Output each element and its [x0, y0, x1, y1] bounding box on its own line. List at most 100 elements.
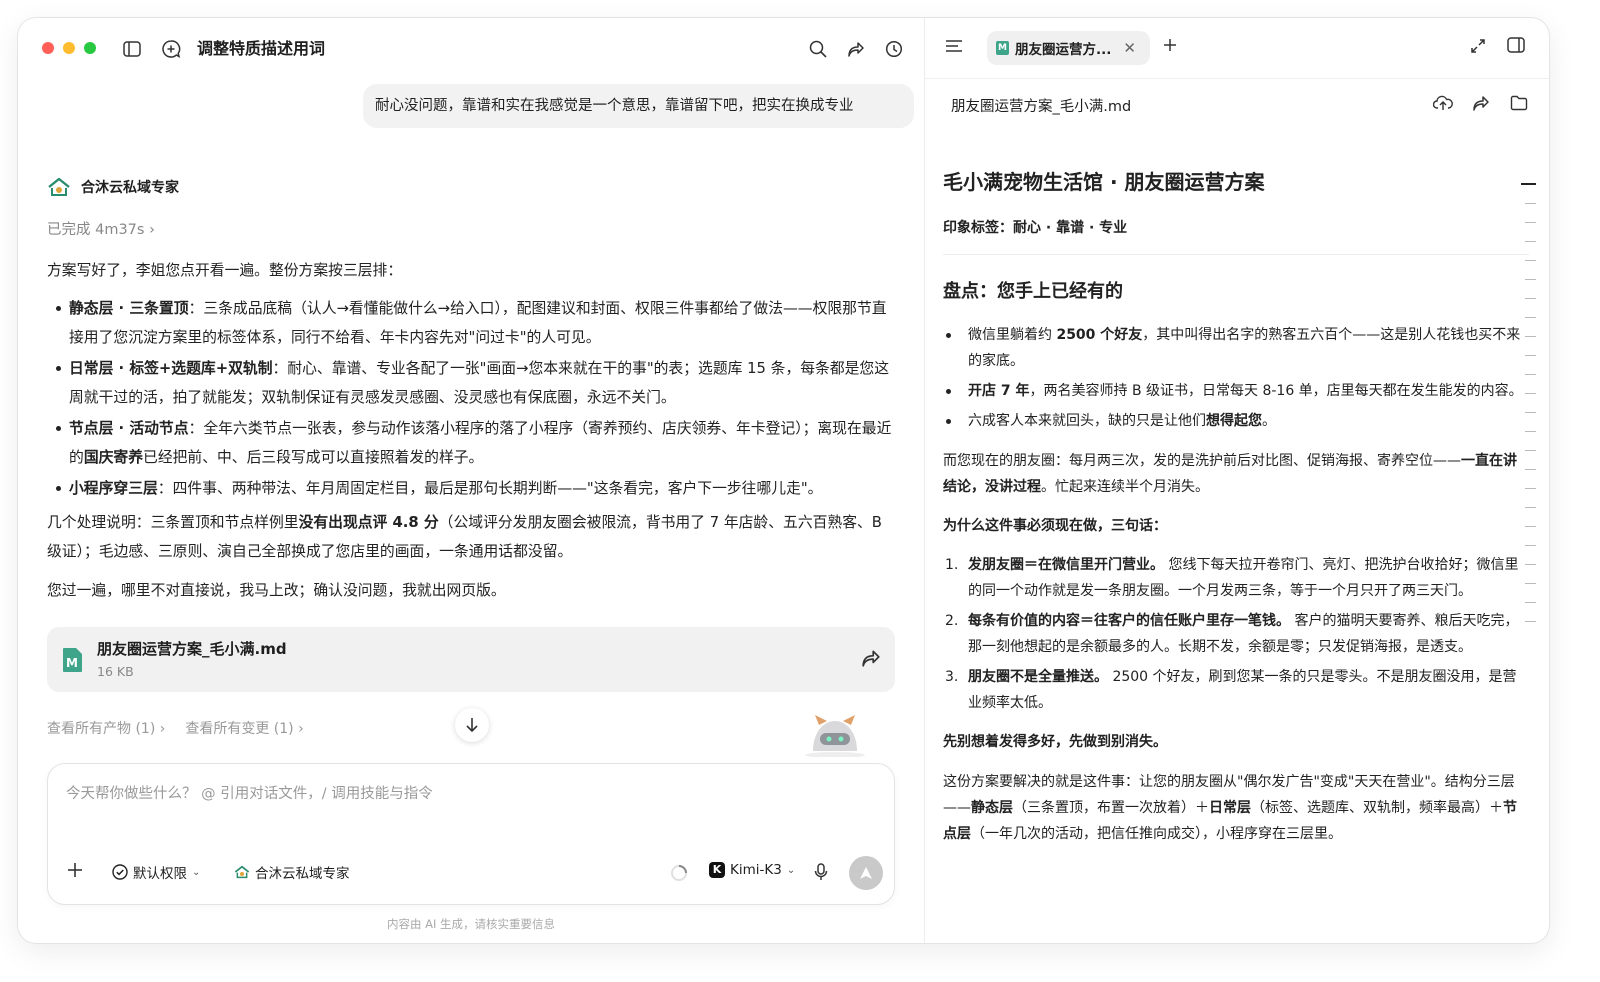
- attach-plus-icon[interactable]: [66, 861, 84, 879]
- window-controls: [42, 42, 96, 54]
- subheading: 为什么这件事必须现在做，三句话：: [943, 518, 1167, 534]
- app-window: 调整特质描述用词 耐心没问题，靠谱和实在我感觉是一个意思，靠谱留下吧，把实在换成…: [18, 18, 1549, 943]
- file-attachment-card[interactable]: M 朋友圈运营方案_毛小满.md 16 KB: [47, 627, 895, 692]
- folder-icon[interactable]: [1510, 94, 1528, 112]
- paragraph: 这份方案要解决的就是这件事：让您的朋友圈从"偶尔发广告"变成"天天在营业"。结构…: [943, 774, 1517, 842]
- scroll-down-button[interactable]: [455, 708, 489, 742]
- outline-marker[interactable]: [1525, 278, 1536, 280]
- zoom-window-button[interactable]: [84, 42, 96, 54]
- bot-avatar-icon: [48, 177, 70, 196]
- agent-label: 合沐云私域专家: [255, 866, 350, 882]
- file-size: 16 KB: [97, 664, 134, 679]
- outline-marker[interactable]: [1525, 202, 1536, 204]
- artifact-links: 查看所有产物 (1) › 查看所有变更 (1) ›: [47, 718, 304, 738]
- bot-name: 合沐云私域专家: [81, 180, 179, 196]
- view-all-artifacts-link[interactable]: 查看所有产物 (1) ›: [47, 718, 165, 738]
- message-intro: 方案写好了，李姐您点开看一遍。整份方案按三层排：: [47, 262, 403, 279]
- outline-marker[interactable]: [1525, 392, 1536, 394]
- subheading: 先别想着发得多好，先做到别消失。: [943, 734, 1167, 750]
- list-item: 静态层 · 三条置顶：三条成品底稿（认人→看懂能做什么→给入口），配图建议和封面…: [47, 294, 899, 352]
- list-item: 1. 发朋友圈＝在微信里开门营业。 您线下每天拉开卷帘门、亮灯、把洗护台收拾好；微…: [945, 557, 1519, 599]
- completion-status[interactable]: 已完成 4m37s ›: [47, 218, 155, 239]
- document-file-name: 朋友圈运营方案_毛小满.md: [951, 99, 1132, 115]
- expand-icon[interactable]: [1469, 37, 1487, 55]
- close-tab-icon[interactable]: ✕: [1123, 39, 1136, 57]
- model-selector[interactable]: K Kimi-K3 ⌄: [709, 862, 795, 878]
- markdown-file-icon: M: [63, 648, 82, 672]
- tag-line: 印象标签：耐心 · 靠谱 · 专业: [943, 220, 1128, 236]
- kimi-logo-icon: K: [709, 862, 725, 878]
- outline-marker[interactable]: [1525, 354, 1536, 356]
- new-chat-icon[interactable]: [159, 37, 183, 61]
- markdown-file-icon: M: [996, 41, 1009, 55]
- closing-text: 您过一遍，哪里不对直接说，我马上改；确认没问题，我就出网页版。: [47, 582, 506, 599]
- outline-marker[interactable]: [1525, 601, 1536, 603]
- toggle-sidebar-icon[interactable]: [120, 37, 144, 61]
- plan-list: 静态层 · 三条置顶：三条成品底稿（认人→看懂能做什么→给入口），配图建议和封面…: [47, 294, 899, 503]
- permission-dropdown[interactable]: 默认权限 ⌄: [112, 862, 200, 882]
- outline-marker[interactable]: [1525, 240, 1536, 242]
- outline-marker[interactable]: [1525, 487, 1536, 489]
- search-icon[interactable]: [806, 37, 830, 61]
- outline-marker[interactable]: [1525, 221, 1536, 223]
- model-label: Kimi-K3: [730, 862, 782, 878]
- microphone-icon[interactable]: [814, 863, 828, 881]
- share-icon[interactable]: [844, 37, 868, 61]
- new-tab-icon[interactable]: [1162, 37, 1178, 53]
- list-item: 2. 每条有价值的内容＝往客户的信任账户里存一笔钱。 客户的猫明天要寄养、粮后天吃…: [945, 613, 1519, 655]
- history-icon[interactable]: [882, 37, 906, 61]
- list-item: 六成客人本来就回头，缺的只是让他们想得起您。: [943, 408, 1529, 434]
- outline-marker[interactable]: [1525, 373, 1536, 375]
- shield-check-icon: [112, 864, 128, 880]
- outline-marker[interactable]: [1525, 620, 1536, 622]
- outline-marker[interactable]: [1525, 411, 1536, 413]
- send-button[interactable]: [849, 856, 883, 890]
- outline-marker[interactable]: [1525, 544, 1536, 546]
- outline-marker[interactable]: [1525, 506, 1536, 508]
- outline-minimap[interactable]: [1521, 183, 1541, 640]
- loading-spinner-icon: [671, 865, 687, 881]
- arrow-down-icon: [466, 718, 478, 733]
- outline-marker[interactable]: [1525, 335, 1536, 337]
- tab-document[interactable]: M 朋友圈运营方... ✕: [987, 31, 1150, 65]
- outline-marker[interactable]: [1525, 582, 1536, 584]
- outline-marker[interactable]: [1525, 259, 1536, 261]
- minimize-window-button[interactable]: [63, 42, 75, 54]
- mascot-robot-icon: [805, 715, 865, 757]
- divider: [925, 78, 1549, 79]
- view-all-changes-link[interactable]: 查看所有变更 (1) ›: [185, 718, 303, 738]
- outline-marker[interactable]: [1525, 430, 1536, 432]
- ai-disclaimer: 内容由 AI 生成，请核实重要信息: [386, 917, 556, 931]
- document-pane: M 朋友圈运营方... ✕ 朋友圈运营方案_毛小满.md 毛小满宠物生活馆 · …: [924, 18, 1549, 943]
- outline-marker[interactable]: [1525, 563, 1536, 565]
- divider: [943, 254, 1529, 255]
- list-item: 日常层 · 标签+选题库+双轨制：耐心、靠谱、专业各配了一张"画面→您本来就在干…: [47, 354, 899, 412]
- upload-icon[interactable]: [1433, 94, 1453, 112]
- tab-label: 朋友圈运营方...: [1015, 42, 1112, 58]
- outline-marker[interactable]: [1525, 468, 1536, 470]
- agent-selector[interactable]: 合沐云私域专家: [234, 862, 350, 882]
- outline-marker[interactable]: [1525, 525, 1536, 527]
- outline-marker[interactable]: [1521, 183, 1536, 185]
- agent-avatar-icon: [234, 865, 250, 879]
- processing-note: 几个处理说明：三条置顶和节点样例里没有出现点评 4.8 分（公域评分发朋友圈会被…: [47, 514, 882, 560]
- reasons-list: 1. 发朋友圈＝在微信里开门营业。 您线下每天拉开卷帘门、亮灯、把洗护台收拾好；微…: [943, 552, 1529, 716]
- close-window-button[interactable]: [42, 42, 54, 54]
- menu-icon[interactable]: [945, 37, 963, 55]
- svg-text:M: M: [66, 656, 78, 670]
- list-item: 3. 朋友圈不是全量推送。 2500 个好友，刷到您某一条的只是零头。不是朋友圈没…: [945, 669, 1517, 711]
- share-icon[interactable]: [1472, 94, 1490, 112]
- outline-marker[interactable]: [1525, 449, 1536, 451]
- outline-marker[interactable]: [1525, 297, 1536, 299]
- share-file-icon[interactable]: [861, 648, 881, 668]
- outline-marker[interactable]: [1525, 316, 1536, 318]
- list-item: 微信里躺着约 2500 个好友，其中叫得出名字的熟客五六百个——这是别人花钱也买…: [943, 322, 1529, 374]
- document-content: 毛小满宠物生活馆 · 朋友圈运营方案 印象标签：耐心 · 靠谱 · 专业 盘点：…: [943, 168, 1529, 847]
- composer-input[interactable]: 今天帮你做些什么？ @ 引用对话文件，/ 调用技能与指令: [66, 782, 433, 803]
- send-arrow-icon: [860, 867, 872, 879]
- message-composer[interactable]: 今天帮你做些什么？ @ 引用对话文件，/ 调用技能与指令 默认权限 ⌄ 合沐云私…: [47, 763, 895, 905]
- chevron-down-icon: ⌄: [786, 864, 796, 876]
- section-heading: 盘点：您手上已经有的: [943, 281, 1123, 302]
- toggle-panel-icon[interactable]: [1507, 37, 1525, 53]
- assistant-message: 方案写好了，李姐您点开看一遍。整份方案按三层排： 静态层 · 三条置顶：三条成品…: [47, 256, 899, 607]
